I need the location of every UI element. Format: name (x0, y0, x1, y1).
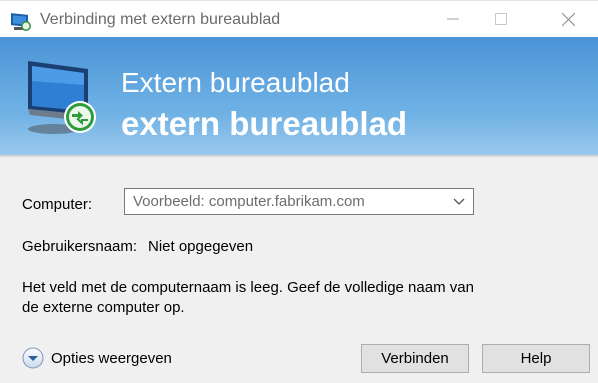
minimize-icon (447, 18, 459, 20)
username-value: Niet opgegeven (148, 238, 254, 255)
title-bar[interactable]: Verbinding met extern bureaublad (0, 0, 598, 37)
rdp-window: Verbinding met extern bureaublad Extern … (0, 0, 598, 383)
computer-input[interactable]: Voorbeeld: computer.fabrikam.com (133, 193, 365, 210)
remote-desktop-icon (11, 13, 31, 31)
remote-desktop-monitor-icon (28, 61, 96, 134)
username-label: Gebruikersnaam: (22, 238, 138, 255)
header-banner: Extern bureaublad extern bureaublad (0, 37, 598, 155)
close-icon (561, 12, 575, 26)
help-button[interactable]: Help (482, 344, 590, 373)
show-options-label[interactable]: Opties weergeven (51, 350, 172, 367)
minimize-button[interactable] (430, 1, 476, 37)
window-title: Verbinding met extern bureaublad (40, 11, 281, 28)
maximize-button[interactable] (478, 1, 524, 37)
close-button[interactable] (545, 1, 591, 37)
computer-label: Computer: (22, 196, 93, 213)
show-options-toggle[interactable]: Opties weergeven (22, 346, 172, 370)
maximize-icon (495, 13, 507, 25)
banner-subtitle: extern bureaublad (121, 105, 408, 142)
computer-combobox[interactable]: Voorbeeld: computer.fabrikam.com (124, 188, 474, 215)
expand-options-icon[interactable] (22, 347, 44, 369)
connect-button[interactable]: Verbinden (361, 344, 469, 373)
banner-divider (0, 155, 598, 158)
banner-title: Extern bureaublad (121, 67, 350, 98)
chevron-down-icon[interactable] (453, 197, 465, 206)
info-message: Het veld met de computernaam is leeg. Ge… (22, 279, 474, 316)
